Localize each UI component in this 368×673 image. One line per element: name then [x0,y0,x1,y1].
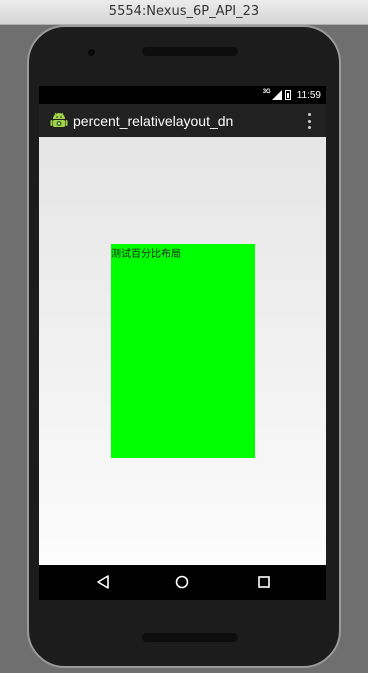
device-screen: 3G 11:59 percent_relativelayout_dn 测试百分比… [39,86,326,600]
top-speaker [142,47,238,56]
battery-icon [284,90,291,100]
percent-layout-box: 测试百分比布局 [111,244,255,458]
status-bar: 3G 11:59 [39,86,326,104]
window-title: 5554:Nexus_6P_API_23 [0,0,368,25]
app-title: percent_relativelayout_dn [73,113,234,129]
android-app-icon [50,112,68,127]
action-bar: percent_relativelayout_dn [39,104,326,137]
box-label: 测试百分比布局 [111,249,181,260]
back-icon[interactable] [94,573,112,591]
bottom-speaker [142,633,238,642]
status-icons: 3G 11:59 [263,86,321,104]
overflow-menu-icon[interactable] [308,113,312,129]
clock: 11:59 [296,89,321,101]
front-camera [88,49,95,56]
network-type-label: 3G [262,89,271,95]
content-area: 测试百分比布局 [39,137,326,565]
home-icon[interactable] [173,573,191,591]
signal-icon [271,90,282,100]
navigation-bar [39,565,326,600]
recents-icon[interactable] [255,573,273,591]
